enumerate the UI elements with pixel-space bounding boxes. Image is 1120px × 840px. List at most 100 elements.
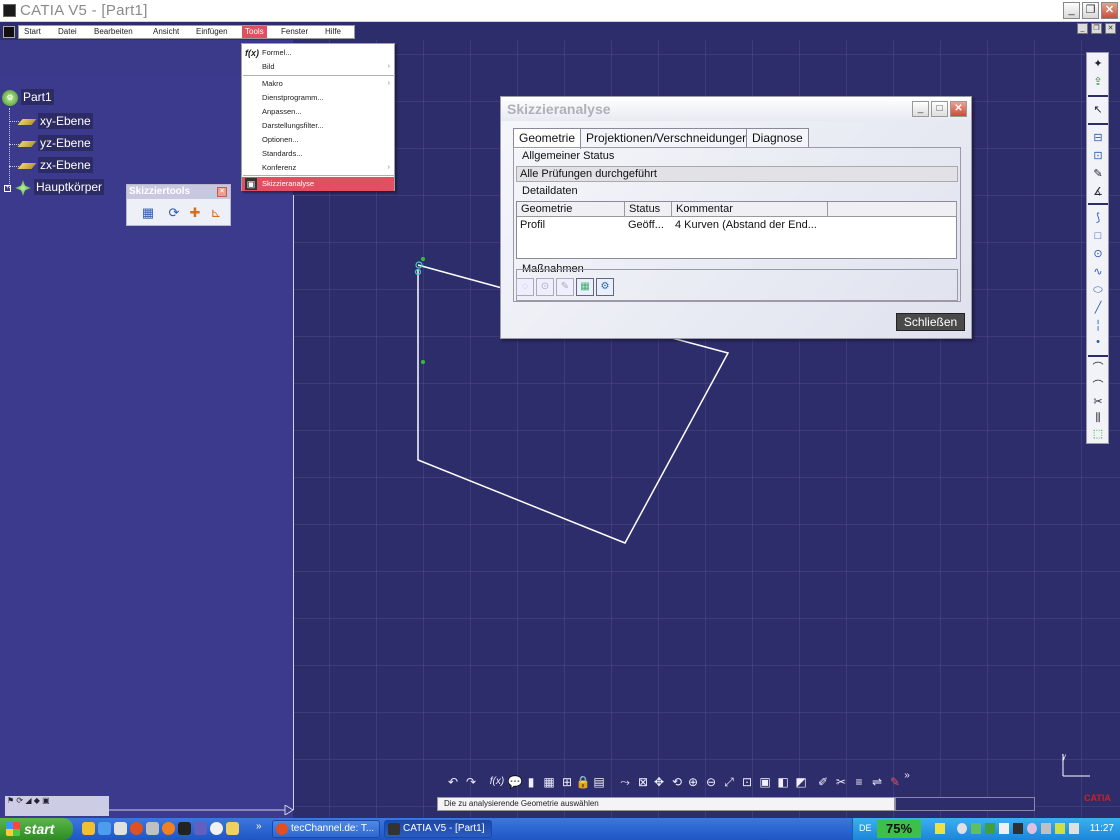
- schliessen-button[interactable]: Schließen: [896, 313, 965, 331]
- constraint-icon[interactable]: ⊟: [1090, 131, 1106, 145]
- tab-diagnose[interactable]: Diagnose: [746, 128, 809, 148]
- hide-show-icon[interactable]: ◩: [793, 774, 809, 790]
- axis-icon[interactable]: ╎: [1090, 319, 1106, 333]
- dialog-titlebar[interactable]: Skizzieranalyse _ □ ✕: [501, 97, 971, 121]
- corner-icon[interactable]: ⌒: [1090, 361, 1106, 375]
- battery-indicator[interactable]: 75%: [877, 820, 921, 838]
- ellipse-icon[interactable]: ⬭: [1090, 283, 1106, 297]
- grid-icon[interactable]: ▦: [541, 774, 557, 790]
- quicklaunch-icon-7[interactable]: [178, 822, 191, 835]
- tab-geometrie[interactable]: Geometrie: [513, 128, 582, 149]
- signal-icon[interactable]: [985, 823, 995, 834]
- menu-item-bild[interactable]: Bild ›: [242, 60, 394, 74]
- sketch-view-icon[interactable]: ✐: [815, 774, 831, 790]
- quicklaunch-icon-10[interactable]: [226, 822, 239, 835]
- fly-mode-icon[interactable]: ⤳: [617, 774, 633, 790]
- quicklaunch-icon-9[interactable]: [210, 822, 223, 835]
- more-icon[interactable]: »: [899, 768, 915, 784]
- tab-projektionen[interactable]: Projektionen/Verschneidungen: [580, 128, 755, 148]
- lock-icon[interactable]: 🔒: [575, 774, 591, 790]
- quicklaunch-icon-6[interactable]: [162, 822, 175, 835]
- tray-icon-5[interactable]: [1027, 823, 1037, 834]
- menu-item-konferenz[interactable]: Konferenz ›: [242, 161, 394, 175]
- pan-icon[interactable]: ✥: [651, 774, 667, 790]
- angle-icon[interactable]: ∡: [1090, 185, 1106, 199]
- action-erase-icon[interactable]: ✎: [556, 278, 574, 296]
- select-arrow-icon[interactable]: ↖: [1090, 103, 1106, 117]
- tray-icon-6[interactable]: [1041, 823, 1051, 834]
- quicklaunch-icon-1[interactable]: [82, 822, 95, 835]
- dimension-icon[interactable]: ⊡: [1090, 149, 1106, 163]
- multi-view-icon[interactable]: ▣: [757, 774, 773, 790]
- exit-workbench-icon[interactable]: ⇪: [1090, 75, 1106, 89]
- cell-status[interactable]: Geöff...: [628, 219, 664, 231]
- normal-view-icon[interactable]: ⤢: [721, 774, 737, 790]
- circle-icon[interactable]: ⊙: [1090, 247, 1106, 261]
- menu-item-makro[interactable]: Makro ›: [242, 77, 394, 91]
- undo-icon[interactable]: ↶: [445, 774, 461, 790]
- column-header-geometrie[interactable]: Geometrie: [517, 202, 625, 217]
- macro-icon[interactable]: ▮: [523, 774, 539, 790]
- profile-icon[interactable]: ⟆: [1090, 211, 1106, 225]
- cell-geometry[interactable]: Profil: [520, 219, 545, 231]
- command-input[interactable]: [895, 797, 1035, 811]
- action-construction-icon[interactable]: ⊙: [536, 278, 554, 296]
- compass-bar[interactable]: ⚑ ⟳ ◢ ◆ ▣: [5, 796, 109, 816]
- action-show-icon[interactable]: ▦: [576, 278, 594, 296]
- shading-icon[interactable]: ◧: [775, 774, 791, 790]
- quicklaunch-icon-3[interactable]: [114, 822, 127, 835]
- rectangle-icon[interactable]: □: [1090, 229, 1106, 243]
- cut-part-icon[interactable]: ✂: [833, 774, 849, 790]
- column-header-status[interactable]: Status: [625, 202, 672, 217]
- mirror-icon[interactable]: ⫼: [1090, 411, 1106, 425]
- menu-item-optionen[interactable]: Optionen...: [242, 133, 394, 147]
- tray-icon-1[interactable]: [957, 823, 967, 834]
- profile-visibility-icon[interactable]: ≡: [851, 774, 867, 790]
- tree-icon[interactable]: ⊞: [559, 774, 575, 790]
- zoom-out-icon[interactable]: ⊖: [703, 774, 719, 790]
- menu-item-dienstprogramm[interactable]: Dienstprogramm...: [242, 91, 394, 105]
- edit-icon[interactable]: ✎: [1090, 167, 1106, 181]
- task-catia[interactable]: CATIA V5 - [Part1]: [384, 820, 492, 838]
- comment-icon[interactable]: 💬: [507, 774, 523, 790]
- language-indicator[interactable]: DE: [859, 823, 872, 833]
- line-icon[interactable]: ╱: [1090, 301, 1106, 315]
- action-hide-icon[interactable]: ◌: [516, 278, 534, 296]
- analysis-icon[interactable]: ▤: [591, 774, 607, 790]
- dialog-minimize-button[interactable]: _: [912, 101, 929, 117]
- tray-icon-7[interactable]: [1055, 823, 1065, 834]
- menu-item-skizzieranalyse[interactable]: ▣ Skizzieranalyse: [242, 177, 394, 191]
- start-button[interactable]: start: [0, 818, 73, 840]
- quicklaunch-more-icon[interactable]: »: [256, 821, 262, 832]
- project-icon[interactable]: ⬚: [1090, 427, 1106, 441]
- fit-all-icon[interactable]: ⊠: [635, 774, 651, 790]
- network-icon[interactable]: [1069, 823, 1079, 834]
- dialog-close-button[interactable]: ✕: [950, 101, 967, 117]
- view-icon[interactable]: ⊡: [739, 774, 755, 790]
- zoom-in-icon[interactable]: ⊕: [685, 774, 701, 790]
- menu-item-anpassen[interactable]: Anpassen...: [242, 105, 394, 119]
- battery-icon[interactable]: [935, 823, 945, 834]
- rotate-icon[interactable]: ⟲: [669, 774, 685, 790]
- task-tecchannel[interactable]: tecChannel.de: T...: [272, 820, 380, 838]
- spline-icon[interactable]: ∿: [1090, 265, 1106, 279]
- action-analyze-icon[interactable]: ⚙: [596, 278, 614, 296]
- formula-icon[interactable]: f(x): [489, 774, 505, 790]
- dimension-visibility-icon[interactable]: ⇌: [869, 774, 885, 790]
- dialog-maximize-button[interactable]: □: [931, 101, 948, 117]
- chamfer-icon[interactable]: ⌒: [1090, 379, 1106, 393]
- menu-item-standards[interactable]: Standards...: [242, 147, 394, 161]
- quicklaunch-icon-2[interactable]: [98, 822, 111, 835]
- trim-icon[interactable]: ✂: [1090, 395, 1106, 409]
- tray-icon-3[interactable]: [999, 823, 1009, 834]
- firefox-icon[interactable]: [130, 822, 143, 835]
- redo-icon[interactable]: ↷: [463, 774, 479, 790]
- quicklaunch-icon-8[interactable]: [194, 822, 207, 835]
- menu-item-formel[interactable]: f(x) Formel...: [242, 46, 394, 60]
- tray-icon-4[interactable]: [1013, 823, 1023, 834]
- cell-comment[interactable]: 4 Kurven (Abstand der End...: [675, 219, 817, 231]
- quicklaunch-icon-5[interactable]: [146, 822, 159, 835]
- column-header-kommentar[interactable]: Kommentar: [672, 202, 828, 217]
- point-icon[interactable]: •: [1090, 335, 1106, 349]
- menu-item-darstellungsfilter[interactable]: Darstellungsfilter...: [242, 119, 394, 133]
